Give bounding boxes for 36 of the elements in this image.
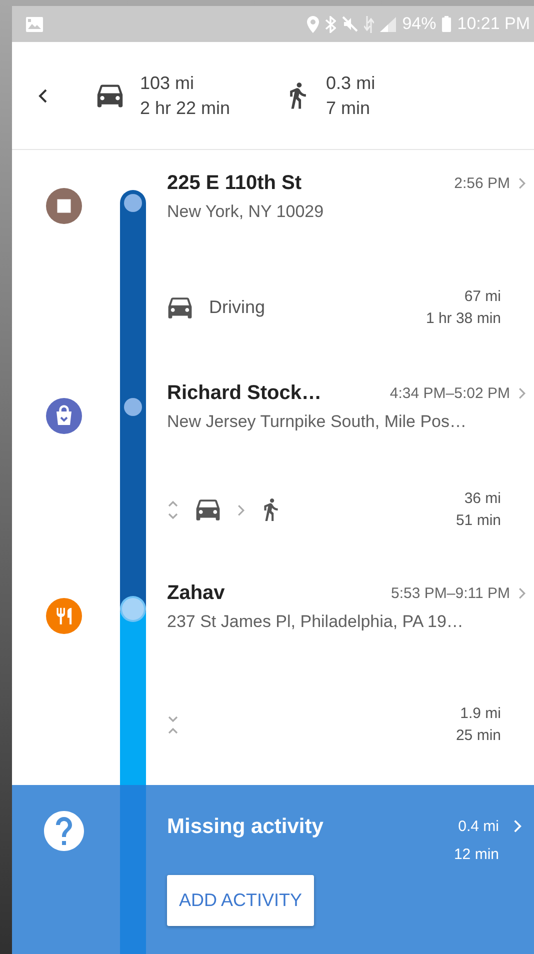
signal-icon (380, 16, 396, 32)
add-activity-button[interactable]: ADD ACTIVITY (167, 875, 314, 926)
battery-icon (442, 16, 452, 32)
help-icon (44, 811, 84, 851)
place-item[interactable]: Richard Stock… 4:34 PM–5:02 PM New Jersey Turnpike South, Mile Pos… (146, 360, 534, 460)
travel-distance: 0.4 mi (458, 817, 499, 837)
bluetooth-icon (325, 16, 336, 32)
travel-duration: 51 min (456, 511, 501, 531)
back-icon (38, 88, 48, 104)
travel-duration: 1 hr 38 min (426, 308, 501, 328)
chevron-right-icon (513, 819, 522, 834)
chevron-right-icon (518, 387, 526, 400)
place-item[interactable]: Zahav 5:53 PM–9:11 PM 237 St James Pl, Philadelphia, PA 19… (146, 560, 534, 665)
travel-duration: 25 min (456, 726, 501, 746)
expand-icon (167, 498, 179, 522)
drive-distance: 103 mi (140, 72, 196, 94)
walk-icon (261, 498, 281, 522)
chevron-right-icon (518, 177, 526, 190)
missing-activity-title: Missing activity (167, 815, 324, 839)
image-icon (26, 16, 43, 32)
travel-distance: 67 mi (464, 286, 501, 306)
data-icon (364, 16, 374, 32)
place-item[interactable]: 225 E 110th St 2:56 PM New York, NY 10029 (146, 150, 534, 255)
travel-mode: Driving (209, 297, 266, 318)
travel-duration: 12 min (454, 845, 499, 865)
car-icon (195, 498, 221, 522)
travel-distance: 1.9 mi (460, 704, 501, 724)
mute-icon (342, 16, 358, 32)
car-icon (167, 296, 193, 320)
location-icon (307, 16, 320, 32)
walk-duration: 7 min (326, 97, 372, 119)
drive-duration: 2 hr 22 min (140, 97, 230, 119)
walk-distance: 0.3 mi (326, 72, 376, 94)
chevron-right-icon (518, 587, 526, 600)
chevron-right-icon (237, 504, 245, 516)
travel-distance: 36 mi (464, 489, 501, 509)
